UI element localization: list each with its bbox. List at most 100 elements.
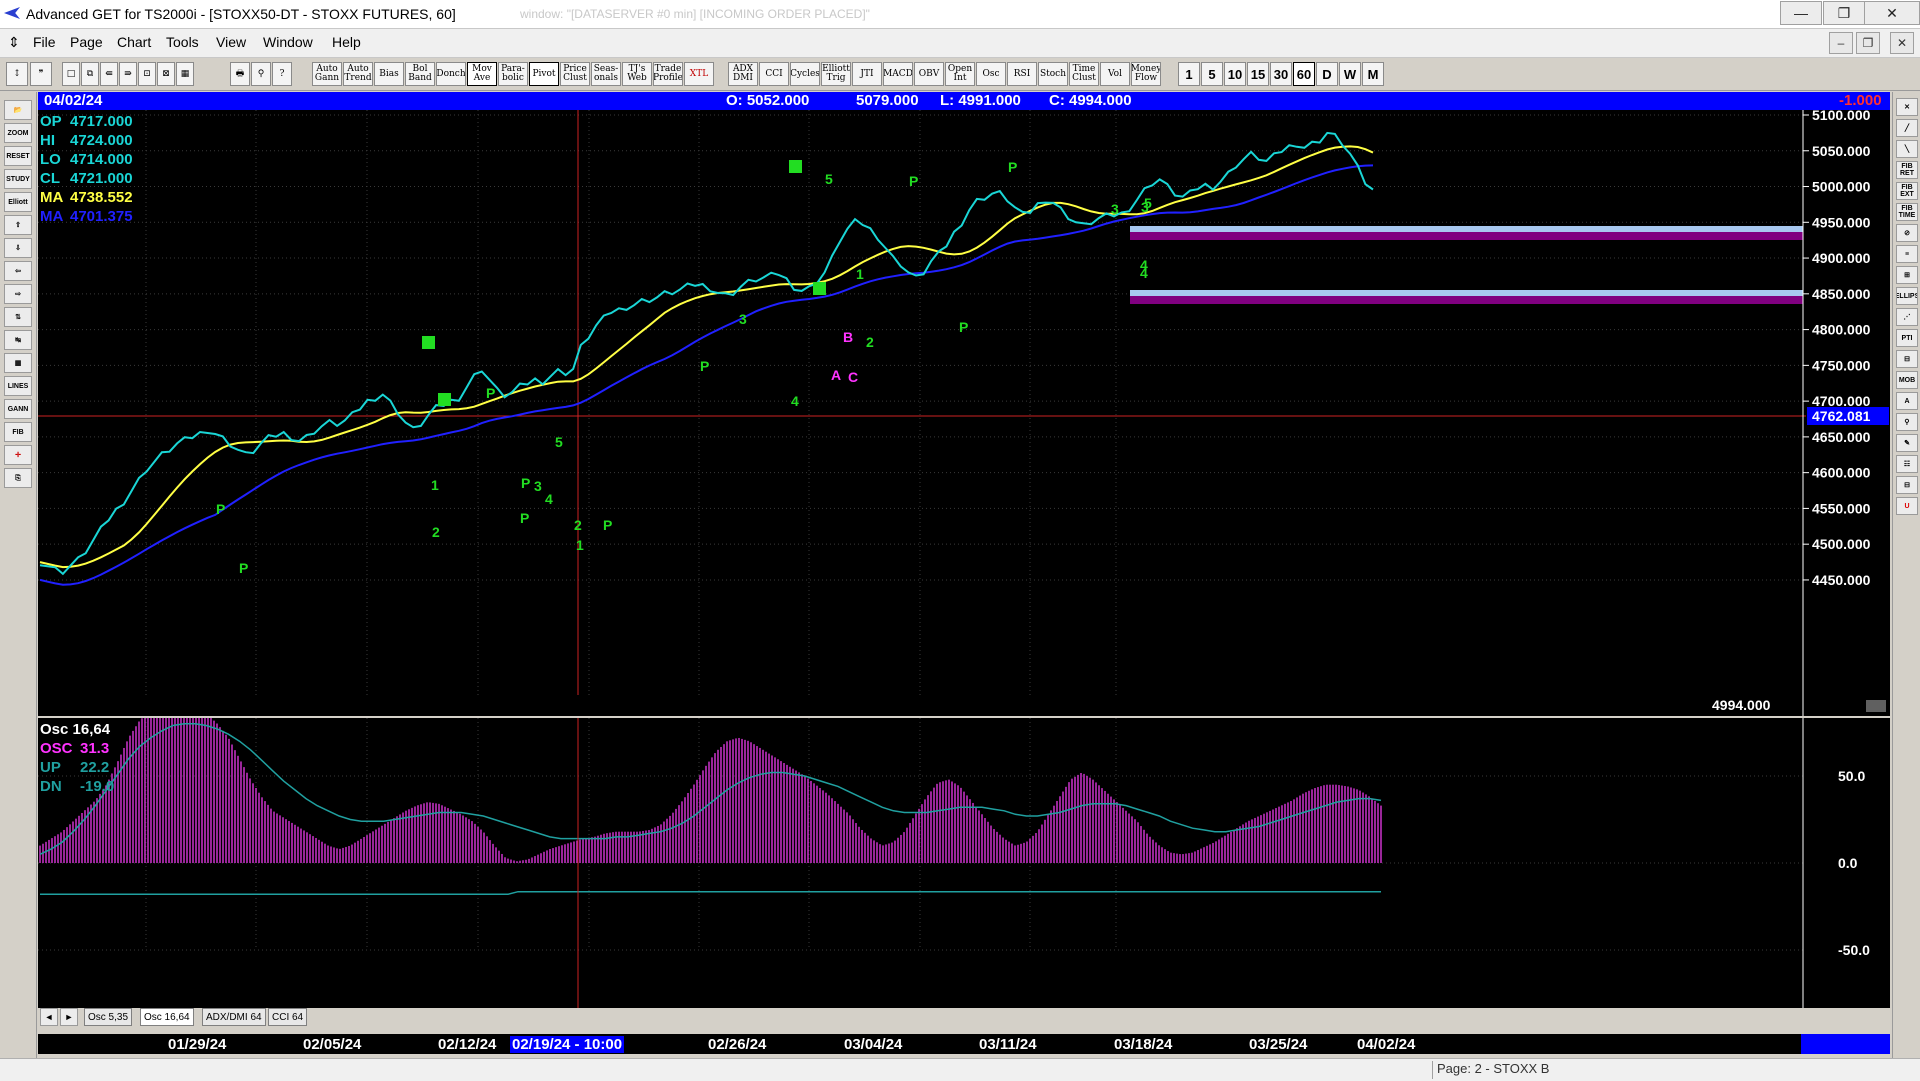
circle-tool-icon[interactable]: ⊘ — [1896, 224, 1918, 242]
tab-cci-64[interactable]: CCI 64 — [268, 1008, 308, 1026]
tab-osc-16-64[interactable]: Osc 16,64 — [140, 1008, 194, 1026]
elliott-tool-button[interactable]: Elliott — [4, 192, 32, 212]
ind-cci-button[interactable]: CCI — [759, 62, 789, 86]
period-60-button[interactable]: 60 — [1293, 62, 1315, 86]
study-pivot-button[interactable]: Pivot — [529, 62, 559, 86]
study-price-clust-button[interactable]: Price Clust — [560, 62, 590, 86]
ind-jti-button[interactable]: JTI — [852, 62, 882, 86]
price-chart-panel[interactable]: PPPP134P5P1223P453124PPP354ABC 5100.000 5… — [38, 107, 1890, 716]
menu-view[interactable]: View — [216, 34, 246, 50]
magnify-icon[interactable]: ⚲ — [1896, 413, 1918, 431]
period-1-button[interactable]: 1 — [1178, 62, 1200, 86]
ellipse-tool-button[interactable]: ELLIPS — [1896, 287, 1918, 305]
lines-tool-button[interactable]: LINES — [4, 376, 32, 396]
ind-elliott-trig-button[interactable]: Elliott Trig — [821, 62, 851, 86]
close-button[interactable]: ✕ — [1864, 1, 1920, 25]
study-xtl-button[interactable]: XTL — [684, 62, 714, 86]
grid-icon[interactable]: ▦ — [176, 62, 194, 86]
maximize-button[interactable]: ❐ — [1823, 1, 1865, 25]
scroll-up-icon[interactable]: ⇧ — [4, 215, 32, 235]
study-tjs-web-button[interactable]: TJ's Web — [622, 62, 652, 86]
back-icon[interactable]: ⇚ — [100, 62, 118, 86]
fib-time-button[interactable]: FIB TIME — [1896, 203, 1918, 221]
fib-ext-button[interactable]: FIB EXT — [1896, 182, 1918, 200]
tab-next-button[interactable]: ► — [60, 1008, 78, 1026]
menu-chart[interactable]: Chart — [117, 34, 151, 50]
ind-cycles-button[interactable]: Cycles — [790, 62, 820, 86]
magnet-icon[interactable]: U — [1896, 497, 1918, 515]
oscillator-panel[interactable]: 100.550.00.0-50.0 Osc 16,64 OSC 31.3 UP … — [38, 680, 1890, 1008]
list-tool-icon[interactable]: ☷ — [1896, 455, 1918, 473]
open-folder-icon[interactable]: 📂 — [4, 100, 32, 120]
menu-tools[interactable]: Tools — [166, 34, 199, 50]
help-icon[interactable]: ? — [272, 62, 292, 86]
cursor-tool-icon[interactable]: ↕ — [6, 62, 28, 86]
compress-horizontal-icon[interactable]: ↹ — [4, 330, 32, 350]
trendline-up-icon[interactable]: ╱ — [1896, 119, 1918, 137]
mdi-restore-button[interactable]: ❐ — [1856, 32, 1880, 54]
ind-time-clust-button[interactable]: Time Clust — [1069, 62, 1099, 86]
pen-tool-icon[interactable]: ✎ — [1896, 434, 1918, 452]
table-tool-icon[interactable]: ⊟ — [1896, 350, 1918, 368]
study-bias-button[interactable]: Bias — [374, 62, 404, 86]
compress-vertical-icon[interactable]: ⇅ — [4, 307, 32, 327]
menu-file[interactable]: File — [33, 34, 56, 50]
study-parabolic-button[interactable]: Para-bolic — [498, 62, 528, 86]
quote-icon[interactable]: ❞ — [30, 62, 52, 86]
delete-frame-icon[interactable]: ⊠ — [157, 62, 175, 86]
tab-prev-button[interactable]: ◄ — [40, 1008, 58, 1026]
fib-tool-button[interactable]: FIB — [4, 422, 32, 442]
pti-tool-button[interactable]: PTI — [1896, 329, 1918, 347]
period-10-button[interactable]: 10 — [1224, 62, 1246, 86]
fib-ret-button[interactable]: FIB RET — [1896, 161, 1918, 179]
mdi-minimize-button[interactable]: ‒ — [1829, 32, 1853, 54]
study-seasonals-button[interactable]: Seas-onals — [591, 62, 621, 86]
study-tool-button[interactable]: STUDY — [4, 169, 32, 189]
grid-tool-icon[interactable]: ▦ — [4, 353, 32, 373]
reset-tool-button[interactable]: RESET — [4, 146, 32, 166]
menu-page[interactable]: Page — [70, 34, 103, 50]
period-monthly-button[interactable]: M — [1362, 62, 1384, 86]
close-tool-icon[interactable]: ✕ — [1896, 98, 1918, 116]
ind-rsi-button[interactable]: RSI — [1007, 62, 1037, 86]
zoom-tool-button[interactable]: ZOOM — [4, 123, 32, 143]
period-30-button[interactable]: 30 — [1270, 62, 1292, 86]
tab-adx-dmi-64[interactable]: ADX/DMI 64 — [202, 1008, 266, 1026]
tab-osc-5-35[interactable]: Osc 5,35 — [84, 1008, 133, 1026]
mdi-close-button[interactable]: ✕ — [1890, 32, 1914, 54]
channel-tool-icon[interactable]: ⋰ — [1896, 308, 1918, 326]
ind-adx-dmi-button[interactable]: ADX DMI — [728, 62, 758, 86]
frame-icon[interactable]: ⊡ — [138, 62, 156, 86]
forward-icon[interactable]: ⇛ — [119, 62, 137, 86]
period-15-button[interactable]: 15 — [1247, 62, 1269, 86]
study-mov-ave-button[interactable]: Mov Ave — [467, 62, 497, 86]
period-weekly-button[interactable]: W — [1339, 62, 1361, 86]
study-trade-profile-button[interactable]: Trade Profile — [653, 62, 683, 86]
mob-tool-button[interactable]: MOB — [1896, 371, 1918, 389]
box-tool-icon[interactable]: ⊞ — [1896, 266, 1918, 284]
chart-menu-icon[interactable]: ⇕ — [8, 34, 20, 51]
search-icon[interactable]: ⚲ — [251, 62, 271, 86]
trendline-down-icon[interactable]: ╲ — [1896, 140, 1918, 158]
period-daily-button[interactable]: D — [1316, 62, 1338, 86]
oscillator-chart[interactable]: 100.550.00.0-50.0 Osc 16,64 OSC 31.3 UP … — [38, 680, 1890, 1008]
crosshair-icon[interactable]: ✛ — [4, 445, 32, 465]
scroll-right-icon[interactable]: ⇨ — [4, 284, 32, 304]
scroll-down-icon[interactable]: ⇩ — [4, 238, 32, 258]
text-tool-icon[interactable]: A — [1896, 392, 1918, 410]
menu-window[interactable]: Window — [263, 34, 313, 50]
fan-tool-icon[interactable]: ≡ — [1896, 245, 1918, 263]
scale-toggle-icon[interactable] — [1866, 700, 1886, 712]
copy-page-icon[interactable]: ⧉ — [81, 62, 99, 86]
study-auto-gann-button[interactable]: Auto Gann — [312, 62, 342, 86]
ind-vol-button[interactable]: Vol — [1100, 62, 1130, 86]
ind-stoch-button[interactable]: Stoch — [1038, 62, 1068, 86]
minimize-button[interactable]: — — [1780, 1, 1822, 25]
ind-obv-button[interactable]: OBV — [914, 62, 944, 86]
study-donch-button[interactable]: Donch — [436, 62, 466, 86]
study-bol-band-button[interactable]: Bol Band — [405, 62, 435, 86]
price-chart[interactable]: PPPP1 34P5P1223P453124PPP354ABC 5100.0005… — [38, 107, 1890, 716]
ind-osc-button[interactable]: Osc — [976, 62, 1006, 86]
scroll-left-icon[interactable]: ⇦ — [4, 261, 32, 281]
ind-macd-button[interactable]: MACD — [883, 62, 913, 86]
